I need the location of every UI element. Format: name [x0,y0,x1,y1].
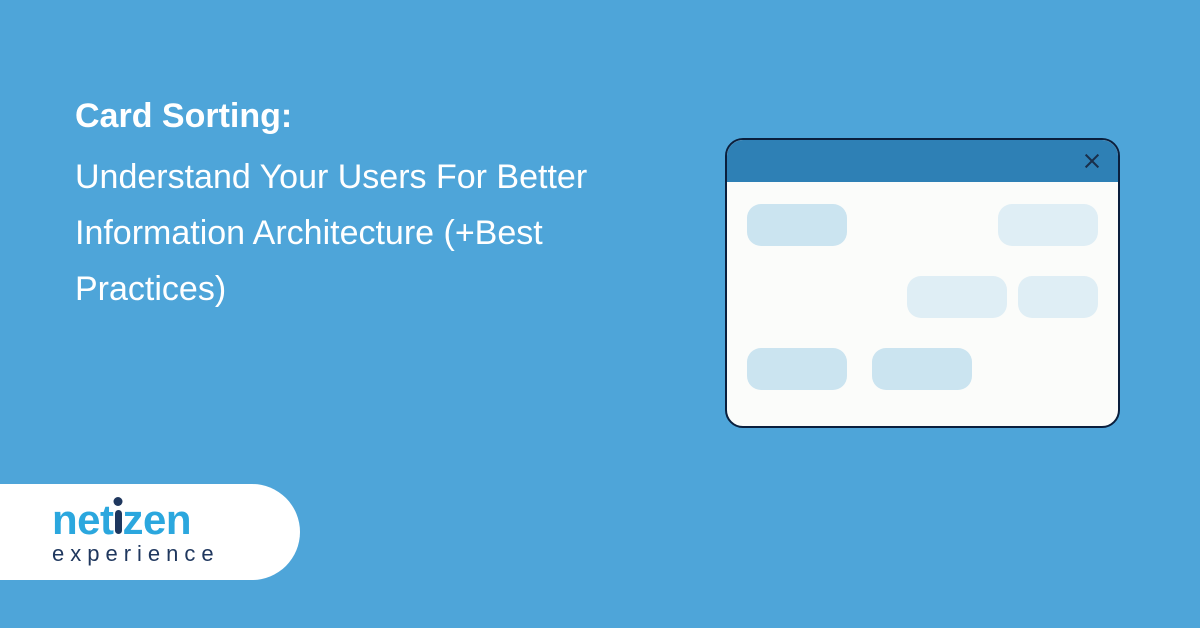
card-window-illustration [725,138,1120,428]
card-pill [907,276,1007,318]
card-pill [998,204,1098,246]
logo-part-net: net [52,496,114,543]
page-title: Card Sorting: [75,90,695,143]
logo-subtext: experience [52,543,220,565]
logo-i-icon [114,499,123,541]
page-subtitle: Understand Your Users For Better Informa… [75,149,695,317]
heading-block: Card Sorting: Understand Your Users For … [75,90,695,317]
card-pill [747,204,847,246]
logo-wordmark: netzen [52,499,220,541]
card-pill [747,348,847,390]
brand-logo: netzen experience [52,499,220,565]
logo-badge: netzen experience [0,484,300,580]
close-icon [1082,151,1102,171]
window-titlebar [727,140,1118,182]
card-pill [872,348,972,390]
window-body [727,182,1118,426]
logo-part-zen: zen [123,496,192,543]
card-pill [1018,276,1098,318]
